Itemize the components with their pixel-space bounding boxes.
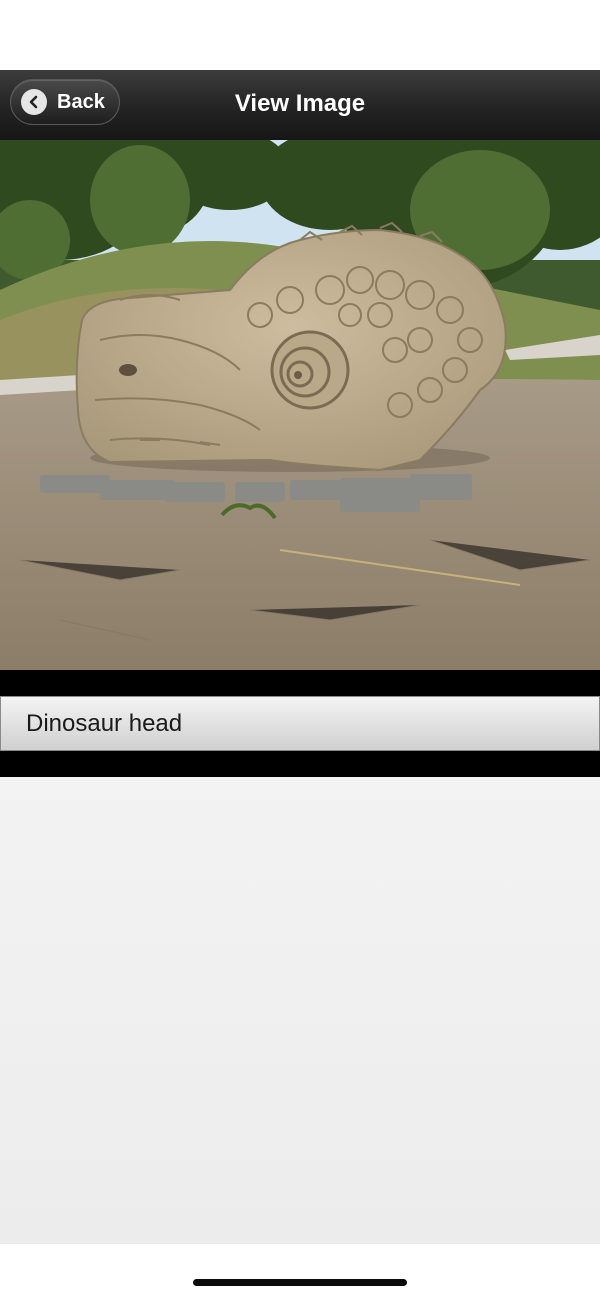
- home-indicator[interactable]: [193, 1279, 407, 1286]
- back-button-label: Back: [57, 90, 105, 113]
- dinosaur-photo: [0, 140, 600, 670]
- chevron-left-icon: [21, 89, 47, 115]
- image-caption: Dinosaur head: [0, 696, 600, 751]
- bottom-safe-area: [0, 1244, 600, 1299]
- back-button[interactable]: Back: [10, 79, 120, 125]
- status-bar-area: [0, 0, 600, 70]
- page-title: View Image: [234, 90, 366, 117]
- content-area: [0, 777, 600, 1244]
